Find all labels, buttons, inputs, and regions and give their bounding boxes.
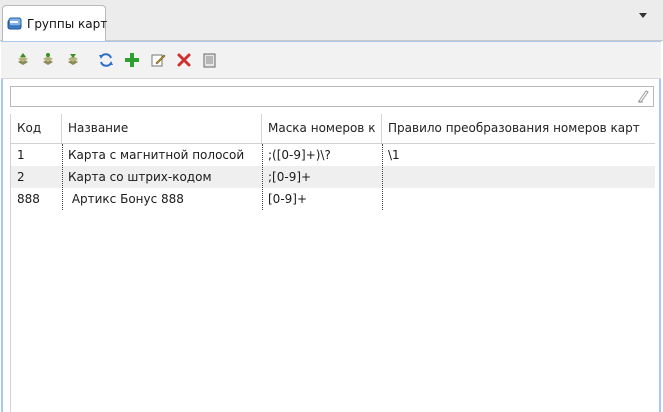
tab-card-groups[interactable]: Группы карт	[2, 5, 108, 41]
column-divider	[262, 144, 263, 210]
cell-name: Артикс Бонус 888	[68, 192, 184, 206]
column-header-rule[interactable]: Правило преобразования номеров карт	[382, 114, 655, 143]
card-group-icon	[7, 17, 23, 31]
clear-filter-icon[interactable]	[636, 89, 650, 103]
filter-field[interactable]	[10, 86, 654, 107]
column-divider	[382, 144, 383, 210]
table-row[interactable]: 2 Карта со штрих-кодом ;[0-9]+	[11, 166, 655, 188]
dropdown-arrow-icon[interactable]	[637, 9, 649, 21]
cell-rule	[382, 166, 655, 188]
cell-mask: ;[0-9]+	[268, 170, 312, 184]
copy-icon[interactable]	[201, 51, 219, 69]
cell-rule	[382, 188, 655, 210]
cell-code: 888	[17, 192, 40, 206]
cell-code: 2	[17, 170, 25, 184]
edit-icon[interactable]	[149, 51, 167, 69]
filter-input[interactable]	[11, 87, 631, 106]
move-down-icon[interactable]	[64, 51, 82, 69]
table-row[interactable]: 888 Артикс Бонус 888 [0-9]+	[11, 188, 655, 210]
tab-label: Группы карт	[27, 16, 108, 31]
table-row[interactable]: 1 Карта с магнитной полосой ;([0-9]+)\? …	[11, 144, 655, 166]
cell-name: Карта с магнитной полосой	[68, 148, 245, 162]
plus-icon[interactable]	[123, 51, 141, 69]
column-divider	[62, 144, 63, 210]
delete-icon[interactable]	[175, 51, 193, 69]
cell-mask: [0-9]+	[268, 192, 308, 206]
cell-code: 1	[17, 148, 25, 162]
move-level-icon[interactable]	[39, 51, 57, 69]
cell-name: Карта со штрих-кодом	[68, 170, 212, 184]
card-groups-table: Код Название Маска номеров к Правило пре…	[10, 114, 655, 412]
cell-rule: \1	[388, 148, 400, 162]
cell-mask: ;([0-9]+)\?	[268, 148, 331, 162]
tab-bar: Группы карт	[0, 0, 663, 41]
column-header-name[interactable]: Название	[62, 114, 262, 143]
table-header: Код Название Маска номеров к Правило пре…	[11, 114, 655, 144]
refresh-icon[interactable]	[97, 51, 115, 69]
column-header-mask[interactable]: Маска номеров к	[262, 114, 382, 143]
toolbar	[1, 42, 661, 79]
move-up-icon[interactable]	[14, 51, 32, 69]
column-header-code[interactable]: Код	[11, 114, 62, 143]
